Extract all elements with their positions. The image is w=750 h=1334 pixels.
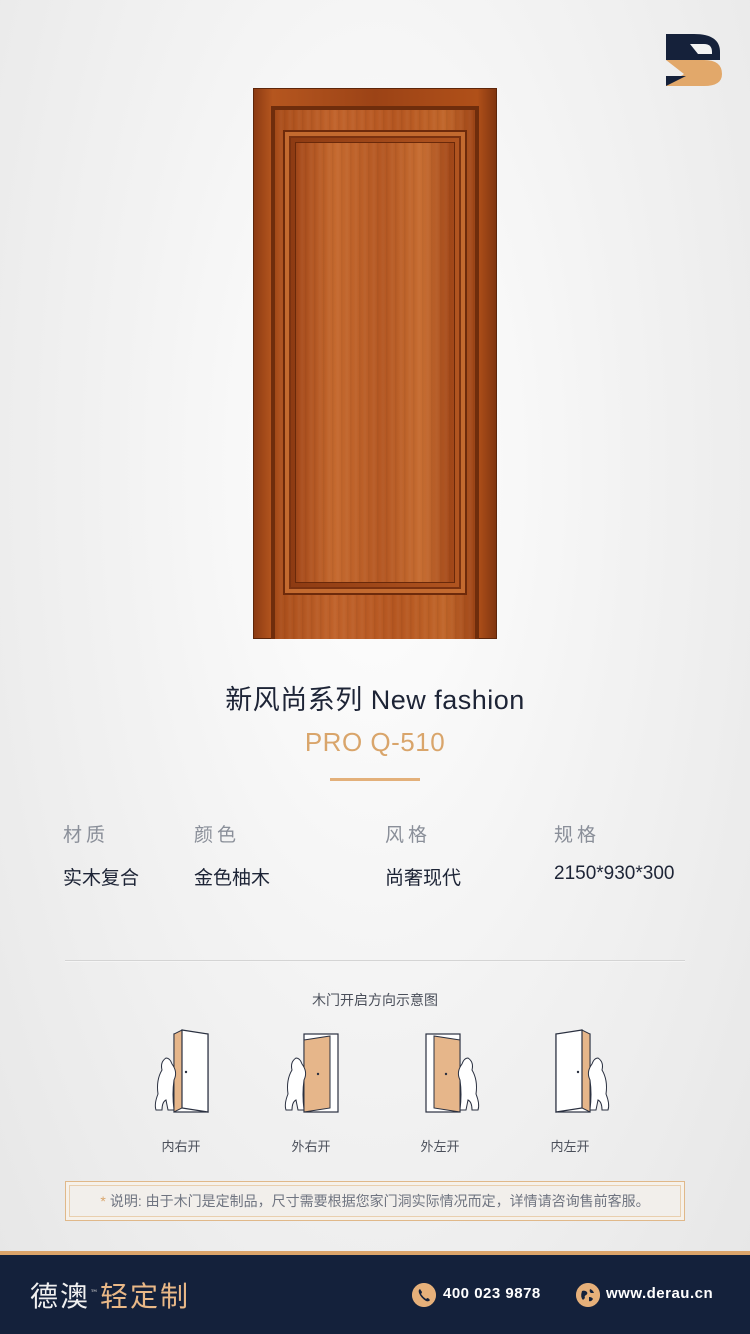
brand-name: 德澳 [30, 1280, 91, 1313]
accent-divider [330, 778, 420, 781]
phone-icon [412, 1283, 436, 1307]
footer-brand: 德澳™轻定制 [30, 1275, 190, 1315]
door-outward-left-icon [425, 1033, 480, 1113]
note-text: 说明: 由于木门是定制品，尺寸需要根据您家门洞实际情况而定，详情请咨询售前客服。 [109, 1193, 650, 1209]
brand-logo-icon [666, 34, 722, 86]
spec-label: 材质 [63, 825, 110, 846]
trademark-mark: ™ [90, 1288, 101, 1298]
diagram-label: 外左开 [420, 1139, 460, 1154]
custom-size-note: * 说明: 由于木门是定制品，尺寸需要根据您家门洞实际情况而定，详情请咨询售前客… [65, 1181, 685, 1221]
diagram-label: 内右开 [161, 1139, 201, 1154]
door-outward-right-icon [284, 1033, 339, 1113]
spec-label: 规格 [554, 825, 601, 846]
product-model: PRO Q-510 [304, 727, 446, 757]
diagram-label: 外右开 [291, 1139, 331, 1154]
spec-value: 金色柚木 [194, 868, 271, 889]
footer-bar: 德澳™轻定制 400 023 9878 www.derau.cn [0, 1255, 750, 1334]
door-inward-left-icon [555, 1029, 610, 1113]
spec-material: 材质 实木复合 [63, 820, 139, 890]
door-inward-right-icon [154, 1029, 209, 1113]
diagram-label: 内左开 [550, 1139, 590, 1154]
footer-website[interactable]: www.derau.cn [606, 1285, 713, 1302]
spec-value: 2150*930*300 [554, 863, 675, 884]
spec-value: 尚奢现代 [385, 868, 462, 889]
section-divider [65, 960, 685, 962]
spec-label: 颜色 [194, 825, 241, 846]
note-marker: * [100, 1193, 106, 1209]
product-title: 新风尚系列 New fashion [225, 685, 525, 715]
spec-color: 颜色 金色柚木 [194, 820, 270, 890]
door-product-image [253, 88, 497, 639]
footer-phone[interactable]: 400 023 9878 [443, 1285, 541, 1302]
globe-icon [576, 1283, 600, 1307]
brand-subtitle: 轻定制 [100, 1281, 191, 1312]
diagram-title: 木门开启方向示意图 [312, 992, 438, 1008]
spec-style: 风格 尚奢现代 [385, 820, 461, 890]
spec-label: 风格 [385, 825, 432, 846]
spec-size: 规格 2150*930*300 [554, 820, 674, 885]
spec-value: 实木复合 [63, 868, 140, 889]
